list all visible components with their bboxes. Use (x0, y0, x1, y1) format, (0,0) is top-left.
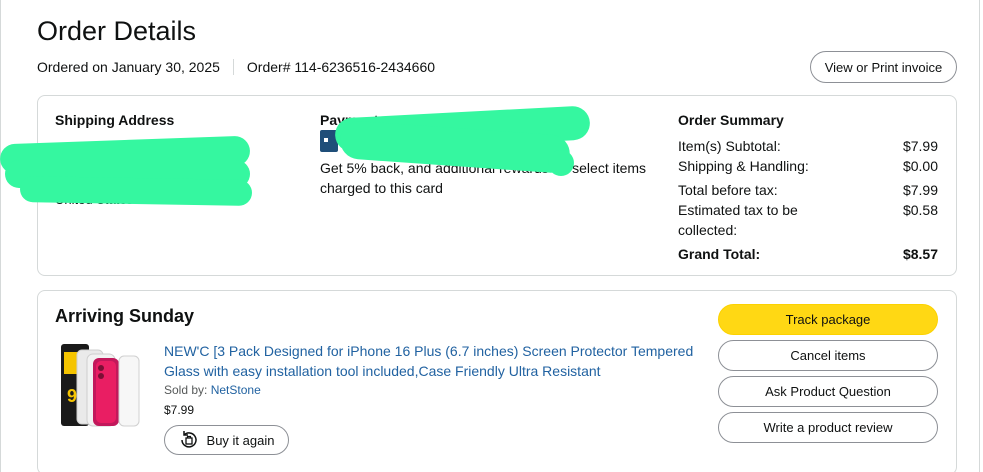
summary-row-subtotal: Item(s) Subtotal: $7.99 (678, 136, 938, 156)
redaction-payment-3 (548, 150, 574, 176)
sold-by: Sold by: NetStone (164, 383, 261, 397)
summary-row-tax: Estimated tax to be collected: $0.58 (678, 200, 938, 240)
order-summary-heading: Order Summary (678, 112, 784, 128)
summary-value: $7.99 (902, 182, 938, 198)
buy-again-label: Buy it again (206, 432, 275, 448)
reorder-icon (180, 431, 197, 448)
divider (232, 59, 234, 75)
write-product-review-button[interactable]: Write a product review (718, 412, 938, 443)
sold-by-label: Sold by: (164, 383, 211, 397)
grand-total-value: $8.57 (902, 246, 938, 262)
view-print-invoice-button[interactable]: View or Print invoice (810, 51, 957, 83)
summary-value: $0.58 (902, 202, 938, 218)
page-title: Order Details (37, 16, 197, 46)
order-meta: Ordered on January 30, 2025 Order# 114-6… (37, 59, 435, 75)
svg-text:9: 9 (67, 386, 77, 406)
cancel-items-button[interactable]: Cancel items (718, 340, 938, 371)
summary-row-shipping: Shipping & Handling: $0.00 (678, 156, 938, 176)
summary-label: Estimated tax to be collected: (678, 202, 798, 238)
summary-row-grand-total: Grand Total: $8.57 (678, 244, 938, 264)
summary-label: Item(s) Subtotal: (678, 138, 781, 154)
ask-product-question-button[interactable]: Ask Product Question (718, 376, 938, 407)
item-price: $7.99 (164, 403, 195, 417)
summary-value: $7.99 (902, 138, 938, 154)
redaction-shipping-3 (19, 175, 253, 207)
summary-label: Total before tax: (678, 182, 778, 198)
summary-label: Shipping & Handling: (678, 158, 809, 174)
buy-again-button[interactable]: Buy it again (164, 425, 289, 455)
product-title-link[interactable]: NEW'C [3 Pack Designed for iPhone 16 Plu… (164, 341, 704, 381)
shipping-address-heading: Shipping Address (55, 112, 175, 128)
seller-link[interactable]: NetStone (211, 383, 261, 397)
summary-value: $0.00 (902, 158, 938, 174)
summary-row-before-tax: Total before tax: $7.99 (678, 180, 938, 200)
grand-total-label: Grand Total: (678, 246, 761, 262)
track-package-button[interactable]: Track package (718, 304, 938, 335)
order-number: Order# 114-6236516-2434660 (246, 59, 436, 75)
order-date: Ordered on January 30, 2025 (37, 59, 220, 75)
product-image[interactable]: 9 (57, 340, 147, 430)
delivery-status: Arriving Sunday (55, 306, 195, 326)
